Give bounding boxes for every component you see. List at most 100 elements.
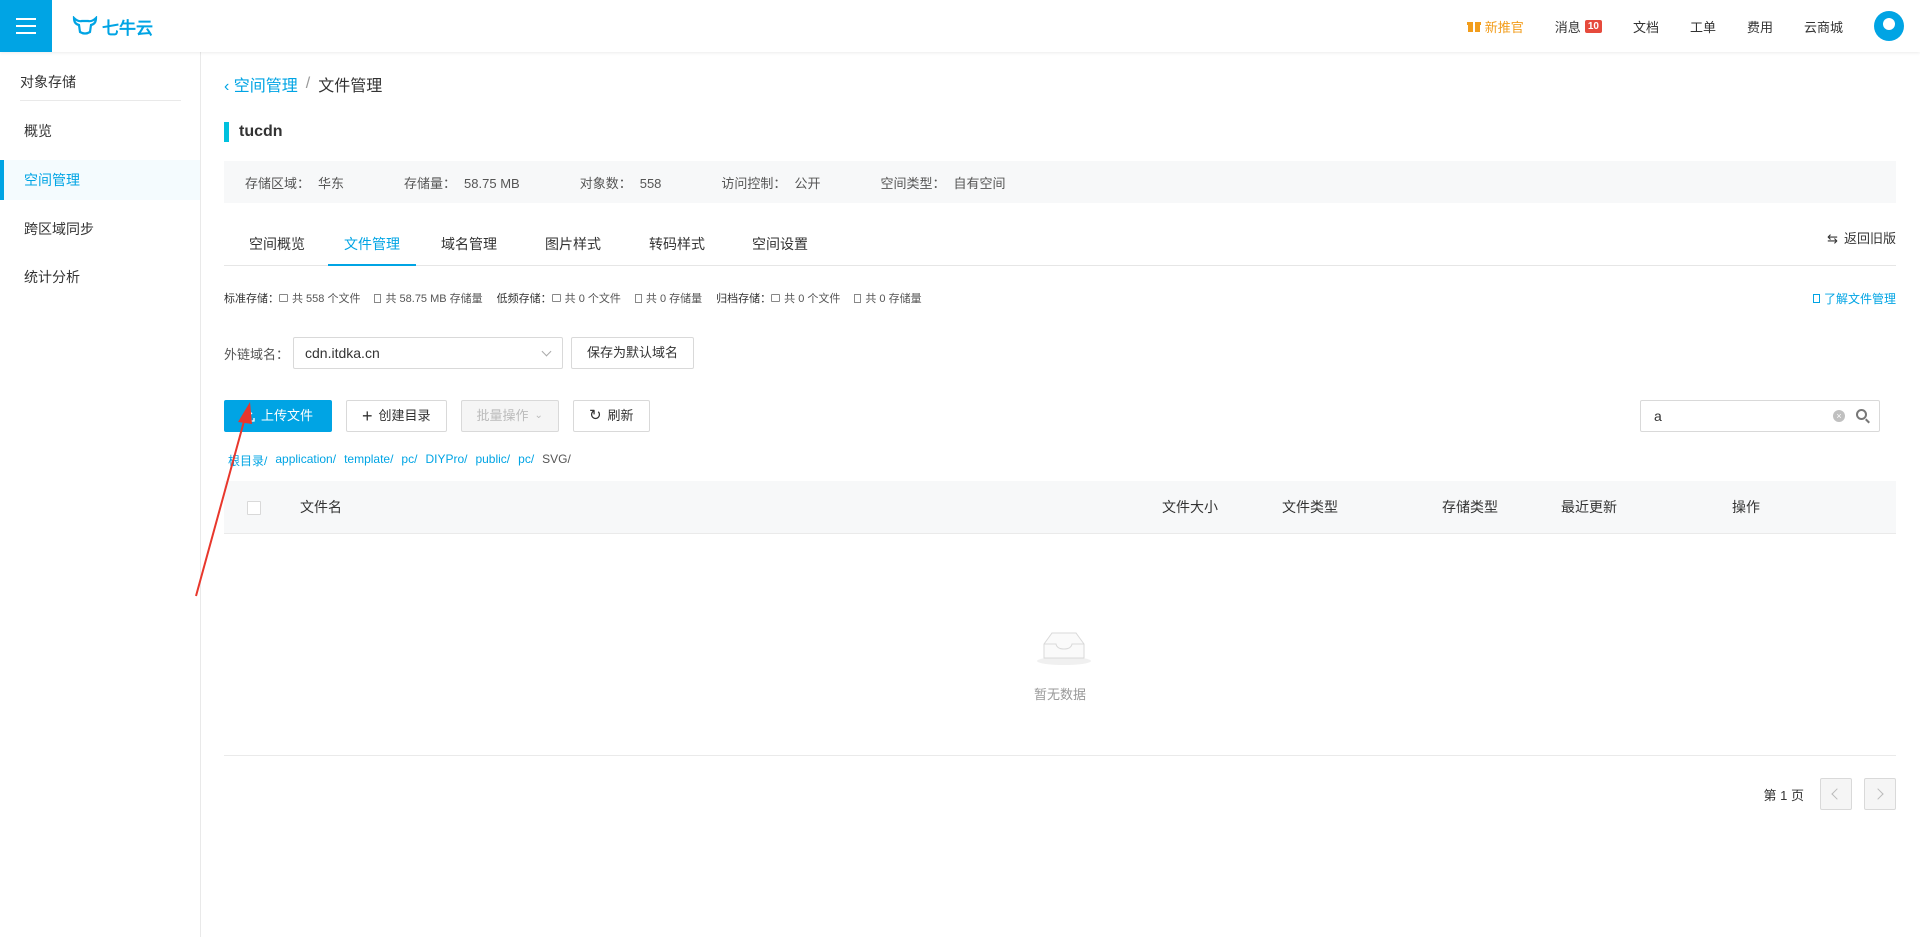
promo-link[interactable]: 新推官 [1466,17,1524,36]
tab-file-management[interactable]: 文件管理 [328,222,416,266]
domain-row: 外链域名： cdn.itdka.cn 保存为默认域名 [224,337,695,369]
folder-icon [279,294,288,302]
document-icon [1812,294,1820,303]
storage-icon [374,293,382,303]
promo-label: 新推官 [1484,19,1524,35]
archive-size: 共 0 存储量 [854,290,922,306]
hamburger-icon [16,18,36,34]
path-segment[interactable]: application/ [275,452,336,469]
user-avatar[interactable] [1874,11,1904,41]
save-default-domain-button[interactable]: 保存为默认域名 [571,337,695,369]
tab-bucket-overview[interactable]: 空间概览 [240,222,314,266]
path-segment[interactable]: pc/ [518,452,534,469]
tab-domain-management[interactable]: 域名管理 [432,222,506,266]
upload-file-button[interactable]: 上传文件 [224,400,332,432]
low-freq-files: 共 0 个文件 [551,290,621,306]
breadcrumb-back-label: 空间管理 [233,78,298,95]
bucket-info-box: 存储区域： 华东 存储量： 58.75 MB 对象数： 558 访问控制： 公开 空间类… [224,161,1896,203]
sidebar-item-statistics[interactable]: 统计分析 [0,257,200,297]
objects-info: 对象数： 558 [580,173,662,192]
return-old-version-link[interactable]: ⇆ 返回旧版 [1827,222,1896,256]
qiniu-logo[interactable]: 七牛云 [72,14,153,38]
path-segment[interactable]: public/ [475,452,510,469]
tab-image-styles[interactable]: 图片样式 [536,222,610,266]
breadcrumb-back-link[interactable]: ‹ 空间管理 [224,72,298,96]
storage-icon [854,293,862,303]
tab-bucket-settings[interactable]: 空间设置 [743,222,817,266]
domain-select-value: cdn.itdka.cn [305,345,380,361]
sidebar-item-overview[interactable]: 概览 [0,111,200,151]
plus-icon: + [362,406,373,426]
domain-label: 外链域名： [224,346,290,362]
region-info: 存储区域： 华东 [245,173,344,192]
batch-operation-label: 批量操作 [476,408,529,423]
low-freq-storage-label: 低频存储： [496,293,552,305]
path-segment[interactable]: DIYPro/ [425,452,467,469]
billing-link[interactable]: 费用 [1747,17,1773,36]
path-segment[interactable]: template/ [344,452,393,469]
previous-page-button[interactable] [1820,778,1852,810]
logo-text: 七牛云 [102,18,153,38]
chevron-left-icon: ‹ [224,78,230,95]
column-file-size: 文件大小 [1162,499,1218,515]
upload-icon [243,410,255,422]
standard-storage-label: 标准存储： [224,293,279,305]
domain-select[interactable]: cdn.itdka.cn [293,337,564,369]
acl-info: 访问控制： 公开 [721,173,820,192]
tab-transcode-styles[interactable]: 转码样式 [640,222,714,266]
hamburger-menu-button[interactable] [0,0,52,52]
qiniu-bull-icon [72,16,98,35]
docs-link[interactable]: 文档 [1633,17,1659,36]
path-segment[interactable]: 根目录/ [228,452,267,469]
title-accent-bar [224,122,229,142]
learn-file-management-label: 了解文件管理 [1823,292,1896,306]
folder-icon [551,294,561,302]
file-table-header: 文件名 文件大小 文件类型 存储类型 最近更新 操作 [224,481,1896,534]
docs-label: 文档 [1632,19,1659,35]
sidebar-title: 对象存储 [20,74,76,90]
type-label: 空间类型： [880,175,946,191]
messages-label: 消息 [1554,19,1581,35]
low-freq-files-text: 共 0 个文件 [564,293,621,305]
messages-link[interactable]: 消息 10 [1555,17,1602,36]
standard-files-text: 共 558 个文件 [292,293,361,305]
refresh-button[interactable]: ↻ 刷新 [572,400,650,432]
next-page-button[interactable] [1864,778,1896,810]
tickets-label: 工单 [1689,19,1716,35]
acl-label: 访问控制： [721,175,787,191]
tickets-link[interactable]: 工单 [1690,17,1716,36]
chevron-down-icon: ⌄ [534,410,543,421]
empty-inbox-icon [1037,632,1091,665]
path-segment[interactable]: pc/ [401,452,417,469]
sidebar-item-cross-region-sync[interactable]: 跨区域同步 [0,209,200,249]
file-actions: 上传文件 + 创建目录 批量操作 ⌄ ↻ 刷新 [224,400,650,432]
objects-label: 对象数： [579,175,632,191]
sidebar-item-bucket-management[interactable]: 空间管理 [0,160,200,200]
size-value: 58.75 MB [464,175,520,191]
storage-icon [634,293,642,303]
top-nav: 新推官 消息 10 文档 工单 费用 云商城 [1466,0,1920,52]
type-info: 空间类型： 自有空间 [880,173,1005,192]
breadcrumb-separator: / [305,75,311,92]
batch-operation-button[interactable]: 批量操作 ⌄ [460,400,559,432]
market-link[interactable]: 云商城 [1804,17,1843,36]
select-all-checkbox[interactable] [247,501,261,515]
clear-icon[interactable]: × [1833,410,1845,422]
region-value: 华东 [318,175,345,191]
archive-storage-label: 归档存储： [716,293,772,305]
size-info: 存储量： 58.75 MB [404,173,520,192]
main-content: ‹ 空间管理 / 文件管理 tucdn 存储区域： 华东 存储量： 58.75 MB… [224,52,1896,937]
create-directory-button[interactable]: + 创建目录 [346,400,447,432]
archive-files-text: 共 0 个文件 [784,293,841,305]
chevron-down-icon [541,346,552,357]
low-freq-size: 共 0 存储量 [634,290,702,306]
return-old-version-label: 返回旧版 [1843,231,1896,246]
search-icon[interactable] [1856,409,1867,420]
learn-file-management-link[interactable]: 了解文件管理 [1812,290,1896,307]
path-segment-current: SVG/ [542,452,571,466]
storage-summary: 标准存储： 共 558 个文件 共 58.75 MB 存储量 低频存储： 共 0… [224,290,936,306]
market-label: 云商城 [1803,19,1843,35]
search-input[interactable]: a × [1640,400,1880,432]
type-value: 自有空间 [953,175,1006,191]
breadcrumb: ‹ 空间管理 / 文件管理 [224,72,382,96]
